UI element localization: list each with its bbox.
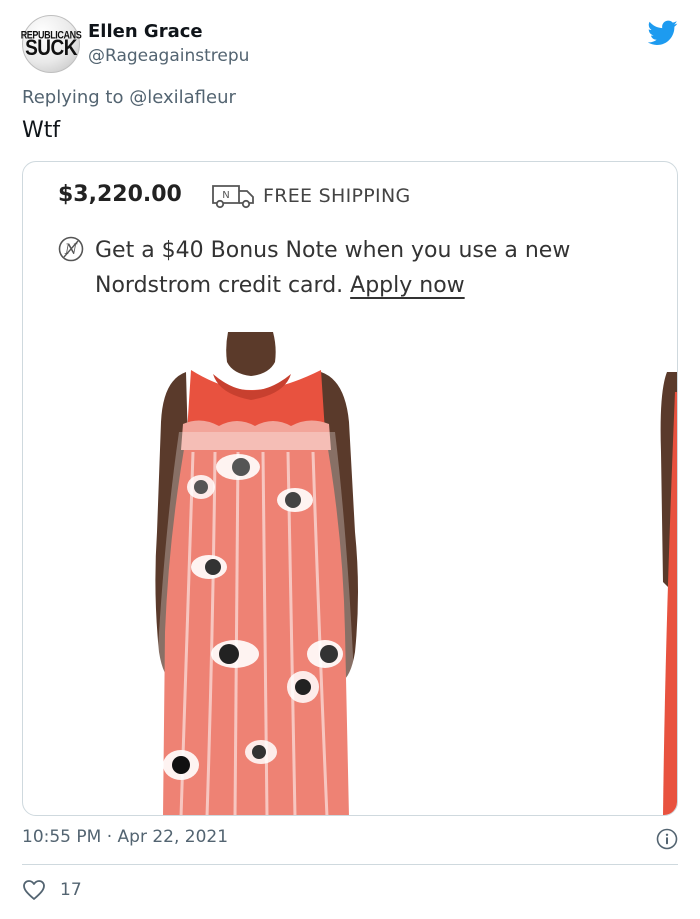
heart-icon[interactable] xyxy=(22,879,46,901)
tweet-media-image[interactable]: $3,220.00 N FREE SHIPPING N Get a $40 Bo… xyxy=(22,161,678,816)
bonus-note-text: Get a $40 Bonus Note when you use a new xyxy=(95,238,571,263)
info-icon[interactable] xyxy=(656,828,678,850)
truck-badge-letter: N xyxy=(222,190,229,201)
replying-to: Replying to @lexilafleur xyxy=(22,87,236,108)
dress-photo xyxy=(151,332,677,815)
avatar-text-bottom: SUCK xyxy=(25,35,77,60)
tweet-card: REPUBLICANS SUCK Ellen Grace @Rageagains… xyxy=(0,0,700,919)
apply-now-link[interactable]: Apply now xyxy=(350,273,465,298)
free-shipping-label: FREE SHIPPING xyxy=(263,185,411,207)
truck-icon: N xyxy=(212,185,254,209)
product-price: $3,220.00 xyxy=(58,182,182,207)
tweet-timestamp[interactable]: 10:55 PM · Apr 22, 2021 xyxy=(22,827,228,847)
reply-mention-link[interactable]: @lexilafleur xyxy=(129,87,236,108)
tweet-text: Wtf xyxy=(22,118,61,143)
bonus-note-text-2: Nordstrom credit card. Apply now xyxy=(95,273,465,298)
author-name[interactable]: Ellen Grace xyxy=(88,21,203,42)
avatar[interactable]: REPUBLICANS SUCK xyxy=(21,15,82,73)
replying-prefix: Replying to xyxy=(22,87,124,108)
author-handle[interactable]: @Rageagainstrepu xyxy=(88,46,249,66)
twitter-bird-icon[interactable] xyxy=(648,20,678,46)
footer-divider xyxy=(22,864,678,865)
credit-card-text: Nordstrom credit card. xyxy=(95,273,344,298)
nordstrom-note-icon: N xyxy=(58,236,84,262)
like-count: 17 xyxy=(60,880,82,900)
